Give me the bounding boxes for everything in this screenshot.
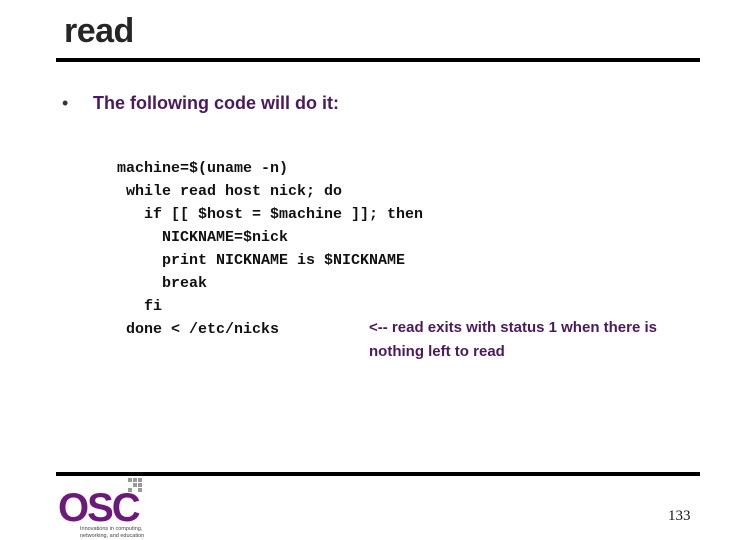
code-annotation: <-- read exits with status 1 when there … [369,319,658,360]
page-number: 133 [668,508,691,524]
bullet-text: The following code will do it: [93,93,339,113]
bullet-marker: • [62,93,69,113]
footer-divider [56,472,700,476]
code-block: machine=$(uname -n) while read host nick… [117,160,424,338]
osc-logo: OSC Innovations in computing, networking… [56,478,166,540]
title-divider [56,58,700,62]
slide-title: read [64,12,134,50]
logo-wordmark: OSC [58,486,141,530]
logo-tagline: Innovations in computing, networking, an… [80,526,145,539]
